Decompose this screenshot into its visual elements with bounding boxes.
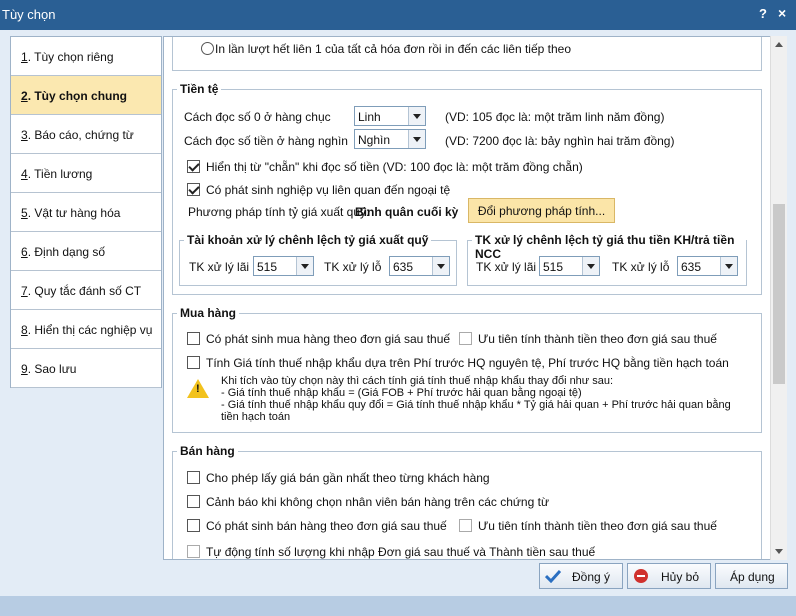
warning-icon: ! — [187, 379, 209, 398]
foreign-currency-checkbox[interactable] — [187, 183, 200, 196]
chevron-down-icon[interactable] — [432, 257, 449, 275]
sidebar-item-backup[interactable]: 9. Sao lưu — [11, 349, 161, 388]
purchase-prefer-amount-label: Ưu tiên tính thành tiền theo đơn giá sau… — [478, 332, 717, 346]
sidebar-item-number-format[interactable]: 6. Định dạng số — [11, 232, 161, 271]
print-order-label: In lần lượt hết liên 1 của tất cả hóa đơ… — [215, 42, 571, 56]
purchase-after-tax-checkbox[interactable] — [187, 332, 200, 345]
checkmark-icon — [545, 569, 561, 583]
window-title: Tùy chọn — [2, 7, 56, 22]
cancel-button[interactable]: Hủy bỏ — [627, 563, 711, 589]
vertical-scrollbar[interactable] — [770, 36, 787, 560]
sidebar-item-inventory[interactable]: 5. Vật tư hàng hóa — [11, 193, 161, 232]
chevron-down-icon[interactable] — [408, 130, 425, 148]
customer-loss-label: TK xử lý lỗ — [612, 260, 670, 274]
change-method-button[interactable]: Đổi phương pháp tính... — [468, 198, 615, 223]
ok-button[interactable]: Đồng ý — [539, 563, 623, 589]
chevron-down-icon[interactable] — [408, 107, 425, 125]
cancel-icon — [634, 569, 648, 583]
options-panel: In lần lượt hết liên 1 của tất cả hóa đơ… — [163, 36, 787, 560]
cash-loss-label: TK xử lý lỗ — [324, 260, 382, 274]
rate-method-value: Bình quân cuối kỳ — [355, 205, 459, 219]
customer-gain-select[interactable]: 515 — [539, 256, 600, 276]
cash-gain-select[interactable]: 515 — [253, 256, 314, 276]
zero-reading-label: Cách đọc số 0 ở hàng chục — [184, 110, 331, 124]
sales-group-label: Bán hàng — [177, 444, 238, 458]
customer-loss-select[interactable]: 635 — [677, 256, 738, 276]
purchase-prefer-amount-checkbox[interactable] — [459, 332, 472, 345]
sidebar-item-numbering[interactable]: 7. Quy tắc đánh số CT — [11, 271, 161, 310]
options-sidebar: 1. Tùy chọn riêng 2. Tùy chọn chung 3. B… — [10, 36, 162, 388]
thousand-reading-select[interactable]: Nghìn — [354, 129, 426, 149]
zero-reading-hint: (VD: 105 đọc là: một trăm linh năm đồng) — [445, 110, 665, 124]
customer-gain-label: TK xử lý lãi — [476, 260, 537, 274]
apply-label: Áp dụng — [730, 570, 775, 584]
rate-method-label: Phương pháp tính tỷ giá xuất quỹ: — [188, 205, 370, 219]
help-button[interactable]: ? — [759, 6, 767, 21]
sales-prefer-amount-checkbox[interactable] — [459, 519, 472, 532]
cancel-label: Hủy bỏ — [661, 570, 700, 584]
cash-gain-label: TK xử lý lãi — [189, 260, 250, 274]
show-chan-checkbox[interactable] — [187, 160, 200, 173]
import-tax-note: Khi tích vào tùy chọn này thì cách tính … — [221, 375, 731, 423]
scroll-thumb[interactable] — [773, 204, 785, 384]
sidebar-item-personal[interactable]: 1. Tùy chọn riêng — [11, 37, 161, 76]
chevron-down-icon[interactable] — [582, 257, 599, 275]
scroll-up-icon[interactable] — [775, 42, 783, 47]
import-tax-checkbox[interactable] — [187, 356, 200, 369]
chevron-down-icon[interactable] — [720, 257, 737, 275]
currency-group-label: Tiền tệ — [177, 82, 222, 96]
auto-qty-label: Tự động tính số lượng khi nhập Đơn giá s… — [206, 545, 596, 559]
close-button[interactable]: × — [778, 5, 786, 21]
print-order-radio[interactable] — [201, 42, 214, 55]
cash-rate-diff-label: Tài khoản xử lý chênh lệch tỷ giá xuất q… — [184, 233, 432, 247]
warn-staff-checkbox[interactable] — [187, 495, 200, 508]
sales-prefer-amount-label: Ưu tiên tính thành tiền theo đơn giá sau… — [478, 519, 717, 533]
apply-button[interactable]: Áp dụng — [715, 563, 788, 589]
chevron-down-icon[interactable] — [296, 257, 313, 275]
import-tax-label: Tính Giá tính thuế nhập khẩu dựa trên Ph… — [206, 356, 729, 370]
scroll-down-icon[interactable] — [775, 549, 783, 554]
sidebar-item-display[interactable]: 8. Hiển thị các nghiệp vụ — [11, 310, 161, 349]
thousand-reading-label: Cách đọc số tiền ở hàng nghìn — [184, 134, 348, 148]
sales-after-tax-checkbox[interactable] — [187, 519, 200, 532]
foreign-currency-label: Có phát sinh nghiệp vụ liên quan đến ngo… — [206, 183, 451, 197]
cash-loss-select[interactable]: 635 — [389, 256, 450, 276]
sidebar-item-general[interactable]: 2. Tùy chọn chung — [11, 76, 161, 115]
latest-price-checkbox[interactable] — [187, 471, 200, 484]
ok-label: Đồng ý — [572, 570, 611, 584]
auto-qty-checkbox[interactable] — [187, 545, 200, 558]
sidebar-item-reports[interactable]: 3. Báo cáo, chứng từ — [11, 115, 161, 154]
purchase-group-label: Mua hàng — [177, 306, 239, 320]
zero-reading-select[interactable]: Linh — [354, 106, 426, 126]
show-chan-label: Hiển thị từ "chẵn" khi đọc số tiền (VD: … — [206, 160, 583, 174]
status-strip — [0, 596, 796, 616]
purchase-after-tax-label: Có phát sinh mua hàng theo đơn giá sau t… — [206, 332, 451, 346]
title-bar: Tùy chọn ? × — [0, 0, 796, 30]
latest-price-label: Cho phép lấy giá bán gần nhất theo từng … — [206, 471, 490, 485]
sidebar-item-salary[interactable]: 4. Tiền lương — [11, 154, 161, 193]
sales-after-tax-label: Có phát sinh bán hàng theo đơn giá sau t… — [206, 519, 447, 533]
warn-staff-label: Cảnh báo khi không chọn nhân viên bán hà… — [206, 495, 549, 509]
thousand-reading-hint: (VD: 7200 đọc là: bảy nghìn hai trăm đồn… — [445, 134, 675, 148]
